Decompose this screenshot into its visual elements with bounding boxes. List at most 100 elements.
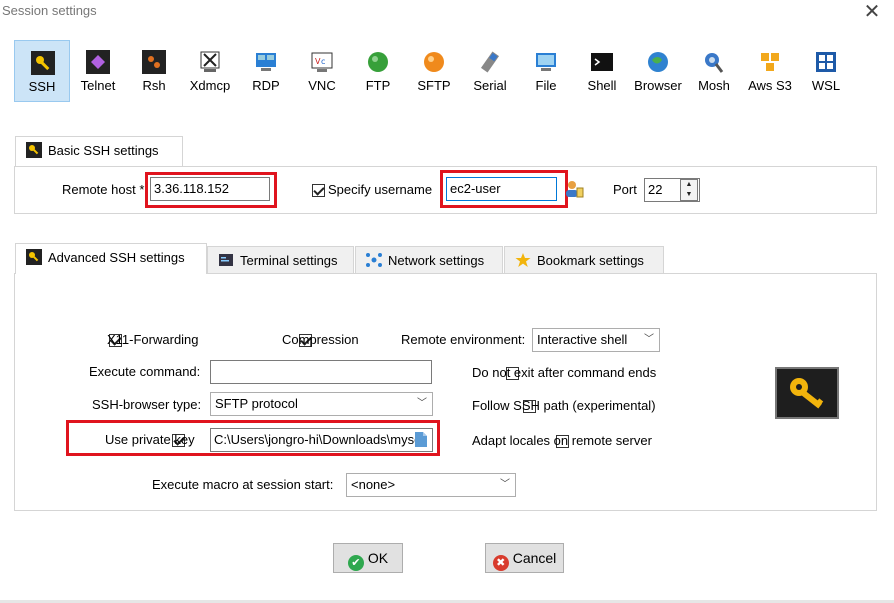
- adapt-locales-label: Adapt locales on remote server: [472, 433, 652, 448]
- key-icon: [26, 142, 42, 158]
- remote-host-label: Remote host *: [62, 182, 145, 197]
- ok-button[interactable]: ✔ OK: [333, 543, 403, 573]
- tool-file[interactable]: File: [518, 40, 574, 102]
- tool-vnc[interactable]: Vc VNC: [294, 40, 350, 102]
- use-private-key-label: Use private key: [105, 432, 195, 447]
- ftp-icon: [368, 52, 388, 72]
- tool-label: Mosh: [698, 78, 730, 93]
- window-title: Session settings: [2, 3, 97, 18]
- tool-browser[interactable]: Browser: [630, 40, 686, 102]
- remote-environment-label: Remote environment:: [401, 332, 526, 347]
- tab-bookmark-settings[interactable]: Bookmark settings: [504, 246, 664, 276]
- x11-forwarding-label: X11-Forwarding: [107, 332, 199, 347]
- tool-label: VNC: [308, 78, 336, 93]
- tool-sftp[interactable]: SFTP: [406, 40, 462, 102]
- compression-label: Compression: [282, 332, 359, 347]
- tool-label: Telnet: [80, 78, 116, 93]
- tool-xdmcp[interactable]: Xdmcp: [182, 40, 238, 102]
- wsl-icon: [816, 52, 836, 72]
- tool-aws-s3[interactable]: Aws S3: [742, 40, 798, 102]
- terminal-icon: [219, 254, 233, 266]
- chevron-down-icon: ﹀: [417, 398, 427, 409]
- tab-label: Advanced SSH settings: [48, 250, 185, 265]
- network-icon: [366, 253, 382, 267]
- username-input[interactable]: ec2-user: [446, 177, 557, 201]
- close-icon[interactable]: ✕: [852, 0, 892, 24]
- xdmcp-icon: [200, 51, 220, 72]
- tool-label: SFTP: [417, 78, 451, 93]
- tool-label: Aws S3: [748, 78, 792, 93]
- tool-serial[interactable]: Serial: [462, 40, 518, 102]
- select-value: Interactive shell: [537, 332, 628, 347]
- chevron-down-icon: ﹀: [644, 334, 654, 345]
- tab-label: Basic SSH settings: [48, 143, 159, 158]
- tab-basic-ssh-settings[interactable]: Basic SSH settings: [15, 136, 183, 167]
- tool-telnet[interactable]: Telnet: [70, 40, 126, 102]
- tab-join: [16, 271, 206, 275]
- shell-icon: [591, 53, 613, 71]
- tool-label: WSL: [811, 78, 841, 93]
- tool-label: FTP: [365, 78, 391, 93]
- follow-ssh-path-label: Follow SSH path (experimental): [472, 398, 656, 413]
- tab-terminal-settings[interactable]: Terminal settings: [207, 246, 354, 276]
- remote-environment-select[interactable]: Interactive shell ﹀: [532, 328, 660, 352]
- spin-down-icon[interactable]: ▼: [681, 190, 697, 200]
- tool-label: File: [535, 78, 557, 93]
- specify-username-checkbox[interactable]: [312, 184, 325, 197]
- tool-label: SSH: [28, 79, 56, 94]
- execute-command-label: Execute command:: [89, 364, 201, 379]
- serial-icon: [480, 51, 500, 73]
- file-browse-icon[interactable]: [414, 431, 428, 448]
- tool-ftp[interactable]: FTP: [350, 40, 406, 102]
- user-icon[interactable]: [564, 179, 584, 199]
- vnc-icon: Vc: [311, 52, 333, 72]
- port-label: Port: [613, 182, 637, 197]
- tool-label: Browser: [634, 78, 682, 93]
- rdp-icon: [256, 53, 276, 71]
- private-key-path-input[interactable]: C:\Users\jongro-hi\Downloads\myse: [210, 428, 433, 452]
- do-not-exit-label: Do not exit after command ends: [472, 365, 657, 380]
- aws-s3-icon: [761, 53, 779, 71]
- tool-label: RDP: [252, 78, 280, 93]
- tool-wsl[interactable]: WSL: [798, 40, 854, 102]
- ok-label: OK: [367, 550, 389, 566]
- execute-macro-select[interactable]: <none> ﹀: [346, 473, 516, 497]
- star-icon: [515, 253, 531, 267]
- cancel-icon: ✖: [492, 555, 509, 571]
- tool-rsh[interactable]: Rsh: [126, 40, 182, 102]
- tab-advanced-ssh-settings[interactable]: Advanced SSH settings: [15, 243, 207, 274]
- svg-text:c: c: [321, 57, 325, 66]
- tab-label: Network settings: [388, 253, 485, 268]
- key-icon: [790, 378, 824, 409]
- rsh-icon: [142, 50, 166, 74]
- key-icon: [26, 249, 42, 265]
- port-spinner[interactable]: ▲ ▼: [680, 179, 698, 201]
- select-value: SFTP protocol: [215, 396, 298, 411]
- tool-label: Shell: [587, 78, 617, 93]
- spin-up-icon[interactable]: ▲: [681, 180, 697, 190]
- mosh-icon: [705, 53, 724, 73]
- ssh-key-large-icon: [775, 367, 839, 419]
- tab-label: Bookmark settings: [537, 253, 644, 268]
- tool-label: Rsh: [142, 78, 166, 93]
- ssh-browser-type-select[interactable]: SFTP protocol ﹀: [210, 392, 433, 416]
- ssh-browser-type-label: SSH-browser type:: [92, 397, 202, 412]
- execute-command-input[interactable]: [210, 360, 432, 384]
- specify-username-label: Specify username: [328, 182, 433, 197]
- tool-ssh[interactable]: SSH: [14, 40, 70, 102]
- tool-shell[interactable]: Shell: [574, 40, 630, 102]
- tool-label: Serial: [473, 78, 507, 93]
- select-value: <none>: [351, 477, 396, 492]
- chevron-down-icon: ﹀: [500, 479, 510, 490]
- check-icon: ✔: [347, 555, 364, 571]
- sftp-icon: [424, 52, 444, 72]
- tool-mosh[interactable]: Mosh: [686, 40, 742, 102]
- cancel-button[interactable]: ✖ Cancel: [485, 543, 564, 573]
- ssh-key-icon: [31, 51, 55, 75]
- tab-label: Terminal settings: [240, 253, 338, 268]
- remote-host-input[interactable]: 3.36.118.152: [150, 177, 270, 201]
- telnet-icon: [86, 50, 110, 74]
- tool-rdp[interactable]: RDP: [238, 40, 294, 102]
- tab-network-settings[interactable]: Network settings: [355, 246, 503, 276]
- cancel-label: Cancel: [512, 550, 557, 566]
